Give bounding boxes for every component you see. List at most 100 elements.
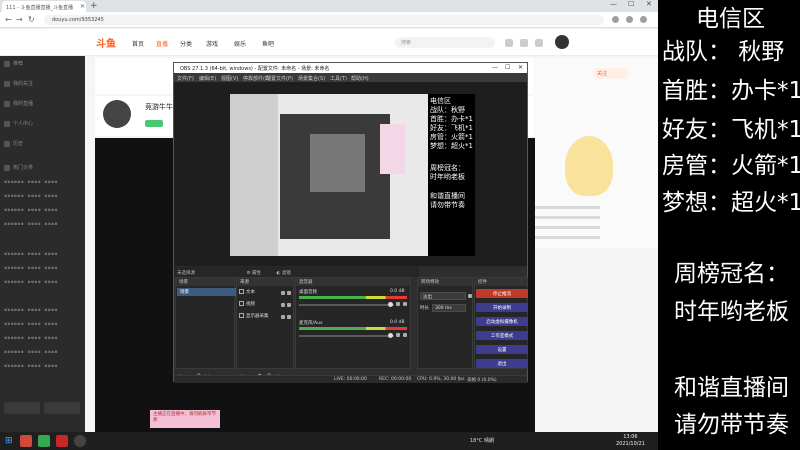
windows-start-icon[interactable]: ⊞ xyxy=(5,436,13,446)
volume-knob[interactable] xyxy=(388,333,393,338)
studio-mode-button[interactable]: 工作室模式 xyxy=(476,331,528,340)
visibility-icon[interactable] xyxy=(281,303,285,307)
new-tab-button[interactable]: + xyxy=(90,1,98,11)
anchor-avatar[interactable] xyxy=(103,100,131,128)
lock-icon[interactable] xyxy=(287,303,291,307)
scene-item[interactable]: 场景 xyxy=(177,288,237,296)
profile-icon[interactable] xyxy=(626,16,633,23)
message-icon[interactable] xyxy=(535,39,543,47)
nav-entertainment[interactable]: 娱乐 xyxy=(234,39,246,48)
sidebar-category-row[interactable]: ▪▪▪▪▪▪ ▪▪▪▪ ▪▪▪▪ xyxy=(4,280,58,285)
weather-widget[interactable]: 18°C 晴朗 xyxy=(470,437,494,444)
chrome-icon[interactable] xyxy=(38,435,50,447)
sidebar-item-hot[interactable]: 热门分类 xyxy=(4,164,33,173)
sidebar-item-mylive[interactable]: 我的直播 xyxy=(4,100,33,109)
overlay-team: 战队： 秋野 xyxy=(662,39,785,65)
lock-icon[interactable] xyxy=(287,315,291,319)
sidebar-item-follow[interactable]: 我的关注 xyxy=(4,80,33,89)
sidebar-action-button[interactable] xyxy=(44,402,80,414)
browser-tab[interactable]: 111 - 斗鱼直播直播_斗鱼直播 ✕ xyxy=(2,1,86,12)
sidebar-item-profile[interactable]: 个人中心 xyxy=(4,120,33,129)
site-search-input[interactable]: 搜索 xyxy=(395,37,495,48)
download-icon[interactable] xyxy=(520,39,528,47)
gear-icon[interactable] xyxy=(468,294,472,298)
nav-games[interactable]: 游戏 xyxy=(206,39,218,48)
obs-preview[interactable]: 电信区 战队：秋野 首胜：办卡*1 好友：飞机*1 房管：火箭*1 梦想：超火*… xyxy=(174,82,527,266)
sidebar-category-row[interactable]: ▪▪▪▪▪▪ ▪▪▪▪ ▪▪▪▪ xyxy=(4,336,58,341)
sidebar-category-row[interactable]: ▪▪▪▪▪▪ ▪▪▪▪ ▪▪▪▪ xyxy=(4,308,58,313)
sidebar-category-row[interactable]: ▪▪▪▪▪▪ ▪▪▪▪ ▪▪▪▪ xyxy=(4,266,58,271)
sidebar-category-row[interactable]: ▪▪▪▪▪▪ ▪▪▪▪ ▪▪▪▪ xyxy=(4,180,58,185)
sidebar-category-row[interactable]: ▪▪▪▪▪▪ ▪▪▪▪ ▪▪▪▪ xyxy=(4,194,58,199)
menu-file[interactable]: 文件(F) xyxy=(177,75,194,82)
overlay-notice-2: 请勿带节奏 xyxy=(674,412,789,438)
obs-minimize-button[interactable]: — xyxy=(492,64,498,71)
follow-button[interactable]: 关注 xyxy=(593,68,629,79)
gear-icon[interactable] xyxy=(403,302,407,306)
tab-close-icon[interactable]: ✕ xyxy=(80,3,85,10)
source-item[interactable]: 文本 xyxy=(239,289,255,297)
menu-icon[interactable] xyxy=(640,16,647,23)
sidebar-category-row[interactable]: ▪▪▪▪▪▪ ▪▪▪▪ ▪▪▪▪ xyxy=(4,208,58,213)
sidebar-category-row[interactable]: ▪▪▪▪▪▪ ▪▪▪▪ ▪▪▪▪ xyxy=(4,322,58,327)
sidebar-category-row[interactable]: ▪▪▪▪▪▪ ▪▪▪▪ ▪▪▪▪ xyxy=(4,222,58,227)
obs-close-button[interactable]: ✕ xyxy=(518,64,523,71)
nav-category[interactable]: 分类 xyxy=(180,39,192,48)
duration-input[interactable]: 300 ms xyxy=(432,304,466,312)
menu-edit[interactable]: 编辑(E) xyxy=(199,75,216,82)
volume-slider[interactable] xyxy=(299,304,394,306)
speaker-icon[interactable] xyxy=(396,302,400,306)
volume-slider[interactable] xyxy=(299,335,394,337)
start-recording-button[interactable]: 开始录制 xyxy=(476,303,528,312)
lock-icon[interactable] xyxy=(287,291,291,295)
start-virtual-camera-button[interactable]: 启动虚拟摄像机 xyxy=(476,317,528,326)
transition-select[interactable]: 淡出 xyxy=(420,292,466,300)
taskbar-app-icon[interactable] xyxy=(56,435,68,447)
source-item[interactable]: 视频 xyxy=(239,301,255,309)
clock[interactable]: 13:06 2021/10/21 xyxy=(616,434,645,447)
obs-title: OBS 27.1.3 (64-bit, windows) - 配置文件: 未命名… xyxy=(180,66,330,72)
sidebar-action-button[interactable] xyxy=(4,402,40,414)
stop-streaming-button[interactable]: 停止推流 xyxy=(476,289,528,298)
visibility-icon[interactable] xyxy=(281,291,285,295)
forward-icon[interactable]: → xyxy=(16,15,23,24)
back-icon[interactable]: ← xyxy=(5,15,12,24)
obs-maximize-button[interactable]: ☐ xyxy=(505,64,510,71)
filters-button[interactable]: ◐ 滤镜 xyxy=(276,271,290,276)
extension-icon[interactable] xyxy=(612,16,619,23)
site-logo[interactable]: 斗鱼 xyxy=(96,35,116,50)
history-icon[interactable] xyxy=(505,39,513,47)
source-item[interactable]: 显示器采集 xyxy=(239,313,269,321)
user-avatar[interactable] xyxy=(555,35,569,49)
speaker-icon[interactable] xyxy=(396,333,400,337)
nav-live[interactable]: 直播 xyxy=(156,39,168,48)
fire-icon xyxy=(4,164,10,171)
close-window-button[interactable]: ✕ xyxy=(646,0,652,8)
sidebar-item-history[interactable]: 历史 xyxy=(4,140,23,149)
sidebar-category-row[interactable]: ▪▪▪▪▪▪ ▪▪▪▪ ▪▪▪▪ xyxy=(4,364,58,369)
nav-home[interactable]: 首页 xyxy=(132,39,144,48)
nav-yuba[interactable]: 鱼吧 xyxy=(262,39,274,48)
maximize-button[interactable]: ☐ xyxy=(628,0,634,8)
menu-scene-collection[interactable]: 场景集合(S) xyxy=(298,75,325,82)
settings-button[interactable]: 设置 xyxy=(476,345,528,354)
volume-knob[interactable] xyxy=(388,302,393,307)
gear-icon[interactable] xyxy=(403,333,407,337)
visibility-icon[interactable] xyxy=(281,315,285,319)
menu-view[interactable]: 视图(V) xyxy=(221,75,238,82)
sidebar-category-row[interactable]: ▪▪▪▪▪▪ ▪▪▪▪ ▪▪▪▪ xyxy=(4,350,58,355)
menu-tools[interactable]: 工具(T) xyxy=(330,75,347,82)
sidebar-category-row[interactable]: ▪▪▪▪▪▪ ▪▪▪▪ ▪▪▪▪ xyxy=(4,252,58,257)
obs-icon[interactable] xyxy=(74,435,86,447)
menu-profile[interactable]: 配置文件(P) xyxy=(266,75,293,82)
exit-button[interactable]: 退出 xyxy=(476,359,528,368)
mixer-header: 混音器 xyxy=(296,278,410,286)
properties-button[interactable]: ⚙ 属性 xyxy=(246,271,260,276)
url-input[interactable]: douyu.com/9353245 xyxy=(44,15,604,25)
menu-help[interactable]: 帮助(H) xyxy=(351,75,369,82)
display-capture-icon xyxy=(239,313,244,318)
taskbar-app-icon[interactable] xyxy=(20,435,32,447)
minimize-button[interactable]: — xyxy=(610,0,617,8)
reload-icon[interactable]: ↻ xyxy=(28,15,35,24)
sidebar-item-recommend[interactable]: 推荐 xyxy=(4,60,23,69)
